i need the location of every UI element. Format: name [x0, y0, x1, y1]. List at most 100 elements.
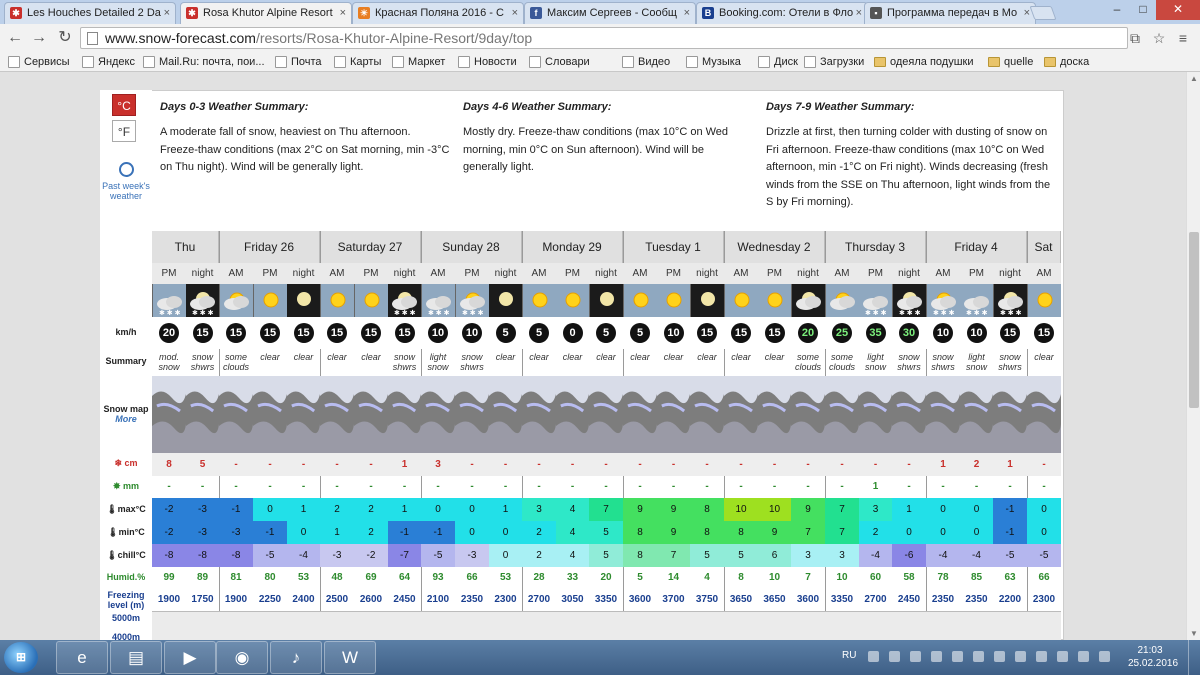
browser-tab[interactable]: B Booking.com: Отели в Фло ×: [696, 2, 868, 24]
tab-close-icon[interactable]: ×: [684, 3, 690, 23]
snow-map-thumb[interactable]: [960, 376, 993, 453]
snow-map-thumb[interactable]: [522, 376, 556, 453]
snow-map-thumb[interactable]: [926, 376, 960, 453]
browser-tab[interactable]: ✱ Rosa Khutor Alpine Resort ×: [180, 2, 352, 24]
snow-map-thumb[interactable]: [1027, 376, 1061, 453]
tab-close-icon[interactable]: ×: [512, 3, 518, 23]
flag-icon[interactable]: [1036, 651, 1047, 662]
page-icon: [758, 56, 770, 68]
snow-map-thumb[interactable]: [489, 376, 522, 453]
audio-icon[interactable]: ♪: [270, 641, 322, 674]
bookmark-item[interactable]: quelle: [988, 55, 1033, 69]
bookmark-item[interactable]: Mail.Ru: почта, пои...: [143, 55, 265, 69]
bookmark-item[interactable]: Новости: [458, 55, 517, 69]
bookmark-item[interactable]: Загрузки: [804, 55, 864, 69]
tab-close-icon[interactable]: ×: [164, 3, 170, 23]
menu-icon[interactable]: ≡: [1174, 29, 1192, 47]
snow-map-thumb[interactable]: [623, 376, 657, 453]
time-of-day: AM: [623, 263, 657, 284]
celsius-button[interactable]: °C: [112, 94, 136, 116]
snow-map-thumb[interactable]: [388, 376, 421, 453]
bookmark-item[interactable]: Сервисы: [8, 55, 70, 69]
snow-map-thumb[interactable]: [825, 376, 859, 453]
network-icon[interactable]: [868, 651, 879, 662]
snow-map-thumb[interactable]: [589, 376, 623, 453]
tab-close-icon[interactable]: ×: [340, 3, 346, 23]
clock[interactable]: 21:03 25.02.2016: [1128, 644, 1178, 670]
volume-icon[interactable]: [1099, 651, 1110, 662]
new-tab-button[interactable]: [1029, 6, 1057, 20]
bookmark-item[interactable]: Диск: [758, 55, 798, 69]
past-weather-link[interactable]: Past week's weather: [102, 162, 150, 201]
close-window-icon[interactable]: ✕: [1156, 0, 1200, 20]
back-icon[interactable]: ←: [6, 29, 24, 47]
snow-map-thumb[interactable]: [791, 376, 825, 453]
snowmap-more-link[interactable]: More: [115, 414, 137, 424]
minimize-icon[interactable]: –: [1104, 0, 1130, 20]
snow-map-thumb[interactable]: [253, 376, 287, 453]
row-label-max: 🌡max°C: [100, 504, 152, 515]
weather-icon: [825, 284, 859, 317]
scroll-up-icon[interactable]: ▲: [1190, 74, 1198, 83]
snow-map-thumb[interactable]: [892, 376, 926, 453]
start-button[interactable]: ⊞: [4, 642, 38, 673]
snow-map-thumb[interactable]: [758, 376, 791, 453]
vertical-scrollbar[interactable]: ▲ ▼: [1186, 72, 1200, 640]
fahrenheit-button[interactable]: °F: [112, 120, 136, 142]
snow-map-thumb[interactable]: [859, 376, 892, 453]
explorer-icon[interactable]: ▤: [110, 641, 162, 674]
translate-icon[interactable]: ⧉: [1126, 29, 1144, 47]
maximize-icon[interactable]: □: [1130, 0, 1156, 20]
language-indicator[interactable]: RU: [842, 650, 856, 661]
bookmark-item[interactable]: одеяла подушки: [874, 55, 974, 69]
snow-map-thumb[interactable]: [724, 376, 758, 453]
scroll-down-icon[interactable]: ▼: [1190, 629, 1198, 638]
wind-cell: 20: [152, 317, 186, 349]
address-bar[interactable]: www.snow-forecast.com/resorts/Rosa-Khuto…: [80, 27, 1128, 49]
snow-map-thumb[interactable]: [354, 376, 388, 453]
snow-map-thumb[interactable]: [657, 376, 690, 453]
app-tray-icon[interactable]: [931, 651, 942, 662]
snow-map-thumb[interactable]: [287, 376, 320, 453]
show-desktop-button[interactable]: [1188, 640, 1200, 675]
bluetooth-icon[interactable]: [1015, 651, 1026, 662]
bookmark-item[interactable]: Карты: [334, 55, 381, 69]
snow-map-thumb[interactable]: [152, 376, 186, 453]
scrollbar-thumb[interactable]: [1189, 232, 1199, 408]
bookmark-item[interactable]: Почта: [275, 55, 322, 69]
battery-icon[interactable]: [1057, 651, 1068, 662]
app-tray-icon[interactable]: [952, 651, 963, 662]
snow-map-thumb[interactable]: [186, 376, 219, 453]
wifi-icon[interactable]: [973, 651, 984, 662]
tab-close-icon[interactable]: ×: [856, 3, 862, 23]
snow-map-thumb[interactable]: [421, 376, 455, 453]
snow-map-thumb[interactable]: [455, 376, 489, 453]
snow-amount: 2: [960, 453, 993, 476]
flash-icon[interactable]: [910, 651, 921, 662]
media-player-icon[interactable]: ▶: [164, 641, 216, 674]
bookmark-star-icon[interactable]: ☆: [1150, 29, 1168, 47]
reload-icon[interactable]: ↻: [56, 29, 74, 47]
word-icon[interactable]: W: [324, 641, 376, 674]
bookmark-item[interactable]: Видео: [622, 55, 670, 69]
snow-map-thumb[interactable]: [690, 376, 724, 453]
browser-tab[interactable]: ✱ Les Houches Detailed 2 Da ×: [4, 2, 176, 24]
antivirus-icon[interactable]: [994, 651, 1005, 662]
pdf-icon[interactable]: [889, 651, 900, 662]
bookmark-item[interactable]: доска: [1044, 55, 1089, 69]
ie-icon[interactable]: e: [56, 641, 108, 674]
browser-tab[interactable]: ▪ Программа передач в Мо ×: [864, 2, 1036, 24]
bookmark-item[interactable]: Маркет: [392, 55, 445, 69]
forward-icon[interactable]: →: [30, 29, 48, 47]
snow-map-thumb[interactable]: [993, 376, 1027, 453]
browser-tab[interactable]: ☀ Красная Поляна 2016 - С ×: [352, 2, 524, 24]
snow-map-thumb[interactable]: [320, 376, 354, 453]
bookmark-item[interactable]: Музыка: [686, 55, 741, 69]
browser-tab[interactable]: f Максим Сергеев - Сообщ ×: [524, 2, 696, 24]
snow-map-thumb[interactable]: [556, 376, 589, 453]
snow-map-thumb[interactable]: [219, 376, 253, 453]
network-icon[interactable]: [1078, 651, 1089, 662]
bookmark-item[interactable]: Яндекс: [82, 55, 135, 69]
chrome-icon[interactable]: ◉: [216, 641, 268, 674]
bookmark-item[interactable]: Словари: [529, 55, 590, 69]
